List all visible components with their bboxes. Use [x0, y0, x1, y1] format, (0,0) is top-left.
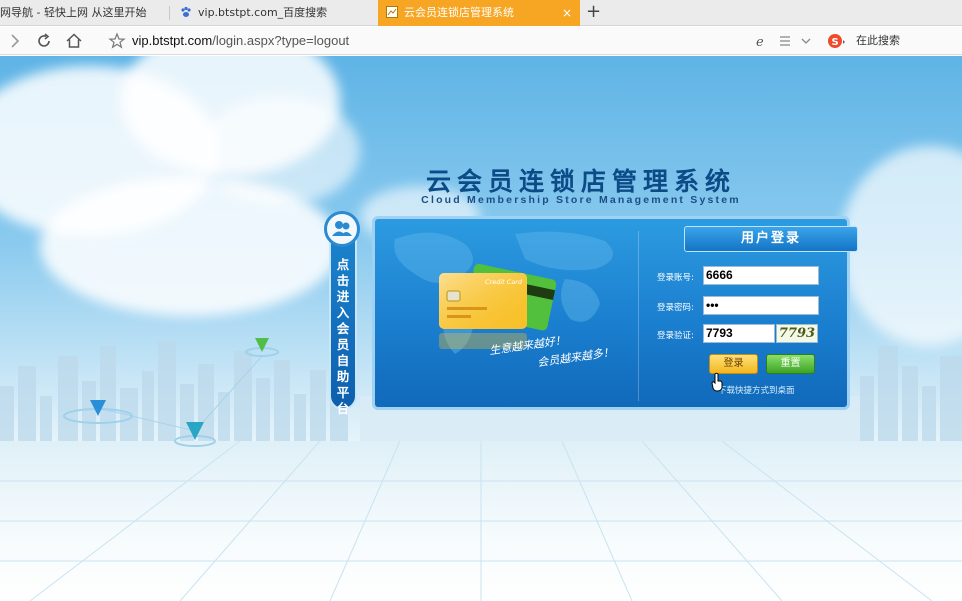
url-field[interactable]: vip.btstpt.com/login.aspx?type=logout	[132, 27, 349, 55]
tab-divider	[169, 6, 170, 20]
tab-baidu-search[interactable]: vip.btstpt.com_百度搜索	[172, 0, 372, 26]
page-icon	[386, 6, 398, 18]
favorite-star-icon[interactable]	[107, 31, 127, 51]
svg-text:S: S	[832, 37, 839, 48]
chevron-down-icon[interactable]	[796, 31, 816, 51]
url-domain: vip.btstpt.com	[132, 33, 213, 48]
login-header: 用户登录	[684, 226, 858, 252]
password-label: 登录密码:	[657, 303, 694, 313]
captcha-label: 登录验证:	[657, 331, 694, 341]
new-tab-button[interactable]: +	[586, 0, 601, 26]
login-button[interactable]: 登录	[709, 354, 758, 374]
credit-card-label: Credit Card	[485, 278, 523, 286]
hand-cursor-icon	[711, 372, 723, 392]
account-input[interactable]: 6666	[703, 266, 819, 285]
self-service-char: 击	[336, 273, 350, 288]
svg-text:e: e	[756, 35, 764, 50]
self-service-char: 自	[336, 353, 350, 368]
account-label: 登录账号:	[657, 273, 694, 283]
captcha-image[interactable]: 7793	[776, 324, 818, 343]
sogou-search-icon[interactable]: S	[826, 31, 846, 51]
card-divider	[638, 231, 639, 401]
ie-compat-icon[interactable]: e	[752, 31, 772, 51]
password-input[interactable]: •••	[703, 296, 819, 315]
self-service-char: 点	[336, 257, 350, 272]
tab-navigation[interactable]: 网导航 - 轻快上网 从这里开始	[0, 0, 168, 26]
tab-strip: 网导航 - 轻快上网 从这里开始 vip.btstpt.com_百度搜索 云会员…	[0, 0, 962, 26]
network-markers-decoration	[63, 338, 279, 447]
baidu-paw-icon	[181, 6, 191, 17]
tab-label: 网导航 - 轻快上网 从这里开始	[0, 6, 147, 19]
refresh-icon[interactable]	[34, 31, 54, 51]
close-tab-icon[interactable]: ×	[562, 0, 572, 26]
search-input[interactable]: 在此搜索	[856, 27, 900, 55]
url-path: /login.aspx?type=logout	[212, 33, 350, 48]
self-service-char: 助	[336, 369, 350, 384]
menu-list-icon[interactable]	[776, 31, 796, 51]
floor-grid-decoration	[0, 441, 962, 601]
member-avatar-icon[interactable]	[324, 211, 360, 247]
tab-label: vip.btstpt.com_百度搜索	[198, 6, 328, 19]
self-service-char: 台	[336, 401, 350, 416]
download-shortcut-link[interactable]: 下载快捷方式到桌面	[718, 384, 795, 396]
tab-active-system[interactable]: 云会员连锁店管理系统 ×	[378, 0, 580, 26]
self-service-label[interactable]: 点 击 进 入 会 员 自 助 平 台	[333, 257, 353, 417]
self-service-char: 进	[336, 289, 350, 304]
page-subtitle: Cloud Membership Store Management System	[421, 194, 741, 206]
captcha-input[interactable]: 7793	[703, 324, 775, 343]
self-service-char: 员	[336, 337, 350, 352]
self-service-char: 入	[336, 305, 350, 320]
address-bar: vip.btstpt.com/login.aspx?type=logout e …	[0, 27, 962, 55]
home-icon[interactable]	[64, 31, 84, 51]
self-service-char: 平	[336, 385, 350, 400]
login-page: 云会员连锁店管理系统 Cloud Membership Store Manage…	[0, 56, 962, 601]
tab-label: 云会员连锁店管理系统	[404, 6, 514, 19]
forward-icon[interactable]	[4, 31, 24, 51]
self-service-char: 会	[336, 321, 350, 336]
reset-button[interactable]: 重置	[766, 354, 815, 374]
page-title: 云会员连锁店管理系统	[425, 167, 736, 196]
